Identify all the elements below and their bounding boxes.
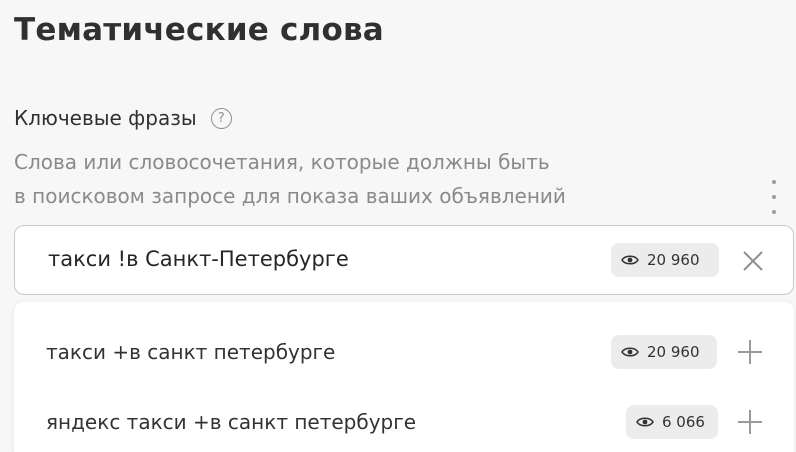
keyphrase-input[interactable]: такси !в Санкт-Петербурге 20 960 [14, 225, 794, 295]
suggestion-phrase[interactable]: такси +в санкт петербурге [46, 340, 335, 364]
impressions-count: 20 960 [647, 251, 700, 269]
page-title: Тематические слова [14, 12, 384, 48]
impressions-count: 20 960 [647, 343, 700, 361]
description-line-1: Слова или словосочетания, которые должны… [14, 150, 550, 174]
impressions-badge: 6 066 [626, 405, 718, 439]
eye-icon [621, 255, 639, 265]
keyphrases-header: Ключевые фразы ? [14, 106, 232, 130]
description-line-2: в поисковом запросе для показа ваших объ… [14, 184, 566, 208]
suggestions-list: такси +в санкт петербурге 20 960 яндекс … [14, 302, 794, 452]
keyword-editor-page: Тематические слова Ключевые фразы ? Слов… [0, 0, 796, 452]
suggestion-row[interactable]: яндекс такси +в санкт петербурге 6 066 [14, 397, 794, 447]
impressions-badge: 20 960 [611, 335, 717, 369]
kebab-dot [772, 180, 776, 184]
suggestion-row[interactable]: такси +в санкт петербурге 20 960 [14, 327, 794, 377]
kebab-dot [772, 195, 776, 199]
question-icon[interactable]: ? [210, 107, 232, 129]
kebab-dot [772, 210, 776, 214]
keyphrases-label: Ключевые фразы [14, 106, 197, 130]
plus-icon[interactable] [737, 339, 763, 365]
close-icon[interactable] [741, 249, 765, 273]
keyphrases-description: Слова или словосочетания, которые должны… [14, 145, 694, 213]
eye-icon [636, 417, 654, 427]
eye-icon [621, 347, 639, 357]
kebab-icon[interactable] [771, 180, 777, 214]
plus-icon[interactable] [737, 409, 763, 435]
impressions-badge: 20 960 [611, 243, 719, 277]
suggestion-phrase[interactable]: яндекс такси +в санкт петербурге [46, 410, 416, 434]
keyphrase-input-value[interactable]: такси !в Санкт-Петербурге [48, 247, 349, 271]
impressions-count: 6 066 [662, 413, 705, 431]
